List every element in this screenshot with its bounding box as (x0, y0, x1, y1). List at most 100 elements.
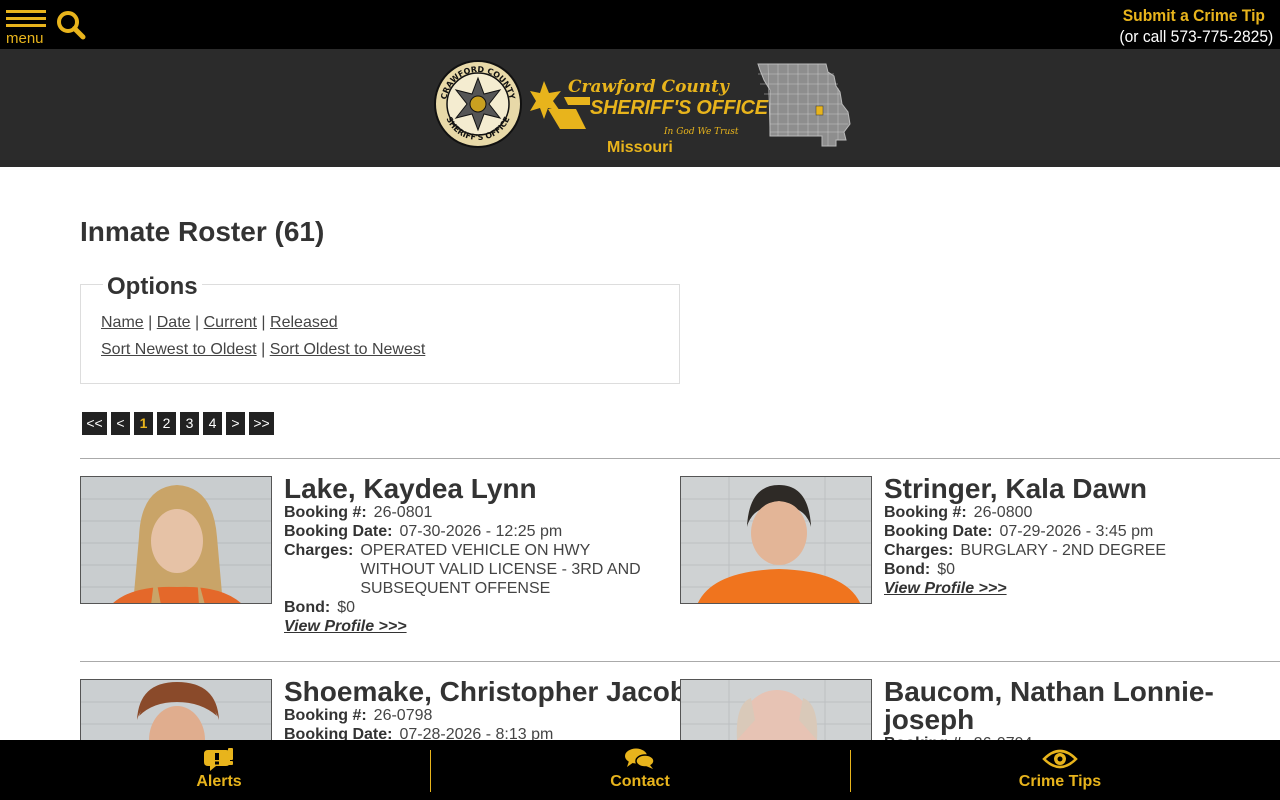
pager-last-button[interactable]: >> (249, 412, 274, 435)
pager-page-3[interactable]: 3 (180, 412, 199, 435)
sort-links: Sort Newest to Oldest | Sort Oldest to N… (101, 341, 425, 359)
menu-label: menu (6, 30, 44, 47)
inmate-mugshot[interactable] (80, 679, 272, 740)
chat-bubbles-icon (625, 748, 655, 769)
mugshot-photo (681, 680, 871, 740)
nav-alerts-label: Alerts (196, 773, 242, 790)
eye-icon (1042, 749, 1078, 769)
inmate-mugshot[interactable] (80, 476, 272, 604)
inmate-card: Lake, Kaydea Lynn Booking #: 26-0801 Boo… (80, 475, 680, 646)
inmate-name[interactable]: Shoemake, Christopher Jacob (284, 679, 680, 706)
charges-label: Charges: (884, 542, 954, 559)
inmate-mugshot[interactable] (680, 679, 872, 740)
office-name-line1: Crawford County (568, 77, 729, 97)
pager-page-4[interactable]: 4 (203, 412, 222, 435)
bond-value: $0 (337, 599, 355, 616)
nav-crime-tips[interactable]: Crime Tips (847, 740, 1273, 800)
hamburger-icon-bar (6, 17, 46, 20)
booking-number-row: Booking #: 26-0800 (884, 503, 1280, 522)
view-profile-link[interactable]: View Profile >>> (284, 617, 407, 636)
inmate-mugshot[interactable] (680, 476, 872, 604)
inmate-name[interactable]: Lake, Kaydea Lynn (284, 475, 680, 503)
office-state: Missouri (607, 139, 673, 156)
nav-crime-tips-label: Crime Tips (1018, 773, 1102, 790)
nav-alerts[interactable]: Alerts (6, 740, 432, 800)
charges-value: OPERATED VEHICLE ON HWY WITHOUT VALID LI… (360, 542, 641, 597)
pager-prev-button[interactable]: < (111, 412, 130, 435)
filter-links: Name | Date | Current | Released (101, 314, 338, 332)
filter-name-link[interactable]: Name (101, 314, 144, 331)
booking-number-label: Booking #: (884, 504, 967, 521)
menu-button[interactable]: menu (6, 10, 48, 48)
charges-label: Charges: (284, 542, 354, 559)
bond-row: Bond: $0 (284, 598, 680, 617)
inmate-name[interactable]: Stringer, Kala Dawn (884, 475, 1280, 503)
booking-number-value: 26-0801 (373, 504, 433, 521)
booking-number-label: Booking #: (284, 707, 367, 724)
pager-first-button[interactable]: << (82, 412, 107, 435)
view-profile-link[interactable]: View Profile >>> (884, 579, 1007, 598)
charges-value: BURGLARY - 2ND DEGREE (960, 542, 1167, 559)
separator: | (148, 314, 153, 331)
pager-page-2[interactable]: 2 (157, 412, 176, 435)
sheriff-office-wordmark: Crawford County SHERIFF'S OFFICE In God … (530, 77, 768, 162)
booking-date-label: Booking Date: (284, 523, 393, 540)
sort-newest-link[interactable]: Sort Newest to Oldest (101, 341, 257, 358)
office-motto: In God We Trust (664, 127, 739, 137)
booking-date-label: Booking Date: (884, 523, 993, 540)
booking-date-label: Booking Date: (284, 726, 393, 740)
search-icon (57, 11, 86, 40)
pagination: << < 1 2 3 4 > >> (82, 412, 274, 435)
hamburger-icon-bar (6, 24, 46, 27)
booking-date-row: Booking Date: 07-29-2026 - 3:45 pm (884, 522, 1280, 541)
charges-row: Charges: BURGLARY - 2ND DEGREE (884, 541, 1280, 560)
options-legend: Options (103, 273, 202, 301)
nav-contact[interactable]: Contact (427, 740, 853, 800)
crime-tip-block: Submit a Crime Tip (or call 573-775-2825… (1106, 5, 1273, 48)
booking-date-value: 07-29-2026 - 3:45 pm (999, 523, 1154, 540)
booking-date-row: Booking Date: 07-30-2026 - 12:25 pm (284, 522, 680, 541)
row-divider (80, 458, 1280, 459)
bond-label: Bond: (884, 561, 931, 578)
sheriff-seal-logo: CRAWFORD COUNTY SHERIFF'S OFFICE (434, 60, 522, 148)
filter-date-link[interactable]: Date (157, 314, 191, 331)
inmate-name[interactable]: Baucom, Nathan Lonnie-joseph (884, 679, 1280, 734)
page-title: Inmate Roster (61) (80, 216, 325, 247)
booking-date-row: Booking Date: 07-28-2026 - 8:13 pm (284, 725, 680, 740)
booking-number-value: 26-0798 (373, 707, 433, 724)
filter-current-link[interactable]: Current (204, 314, 257, 331)
separator: | (195, 314, 200, 331)
separator: | (261, 341, 266, 358)
charges-row: Charges: OPERATED VEHICLE ON HWY WITHOUT… (284, 541, 680, 598)
inmate-card: Baucom, Nathan Lonnie-joseph Booking #: … (680, 679, 1280, 740)
sort-oldest-link[interactable]: Sort Oldest to Newest (270, 341, 426, 358)
booking-date-value: 07-28-2026 - 8:13 pm (399, 726, 554, 740)
pager-next-button[interactable]: > (226, 412, 245, 435)
separator: | (261, 314, 266, 331)
search-button[interactable] (55, 9, 87, 41)
bottom-nav: Alerts Contact Crime Tips (0, 740, 1280, 800)
booking-number-label: Booking #: (284, 504, 367, 521)
top-bar: menu Submit a Crime Tip (or call 573-775… (0, 0, 1280, 49)
inmate-info: Baucom, Nathan Lonnie-joseph Booking #: … (884, 679, 1280, 740)
hamburger-icon (6, 10, 46, 13)
mugshot-photo (81, 680, 271, 740)
bond-row: Bond: $0 (884, 560, 1280, 579)
inmate-info: Lake, Kaydea Lynn Booking #: 26-0801 Boo… (284, 475, 680, 636)
missouri-map-image (757, 63, 851, 147)
inmate-info: Stringer, Kala Dawn Booking #: 26-0800 B… (884, 475, 1280, 598)
booking-number-row: Booking #: 26-0801 (284, 503, 680, 522)
booking-date-value: 07-30-2026 - 12:25 pm (399, 523, 563, 540)
mugshot-photo (81, 477, 271, 603)
nav-contact-label: Contact (610, 773, 670, 790)
inmate-card: Stringer, Kala Dawn Booking #: 26-0800 B… (680, 475, 1280, 646)
office-name-line2: SHERIFF'S OFFICE (590, 97, 768, 119)
bond-label: Bond: (284, 599, 331, 616)
alert-bubble-icon (204, 748, 233, 771)
inmate-info: Shoemake, Christopher Jacob Booking #: 2… (284, 679, 680, 740)
pager-page-1[interactable]: 1 (134, 412, 153, 435)
filter-released-link[interactable]: Released (270, 314, 338, 331)
submit-crime-tip-link[interactable]: Submit a Crime Tip (1119, 5, 1273, 26)
row-divider (80, 661, 1280, 662)
options-panel: Options Name | Date | Current | Released… (80, 273, 680, 384)
